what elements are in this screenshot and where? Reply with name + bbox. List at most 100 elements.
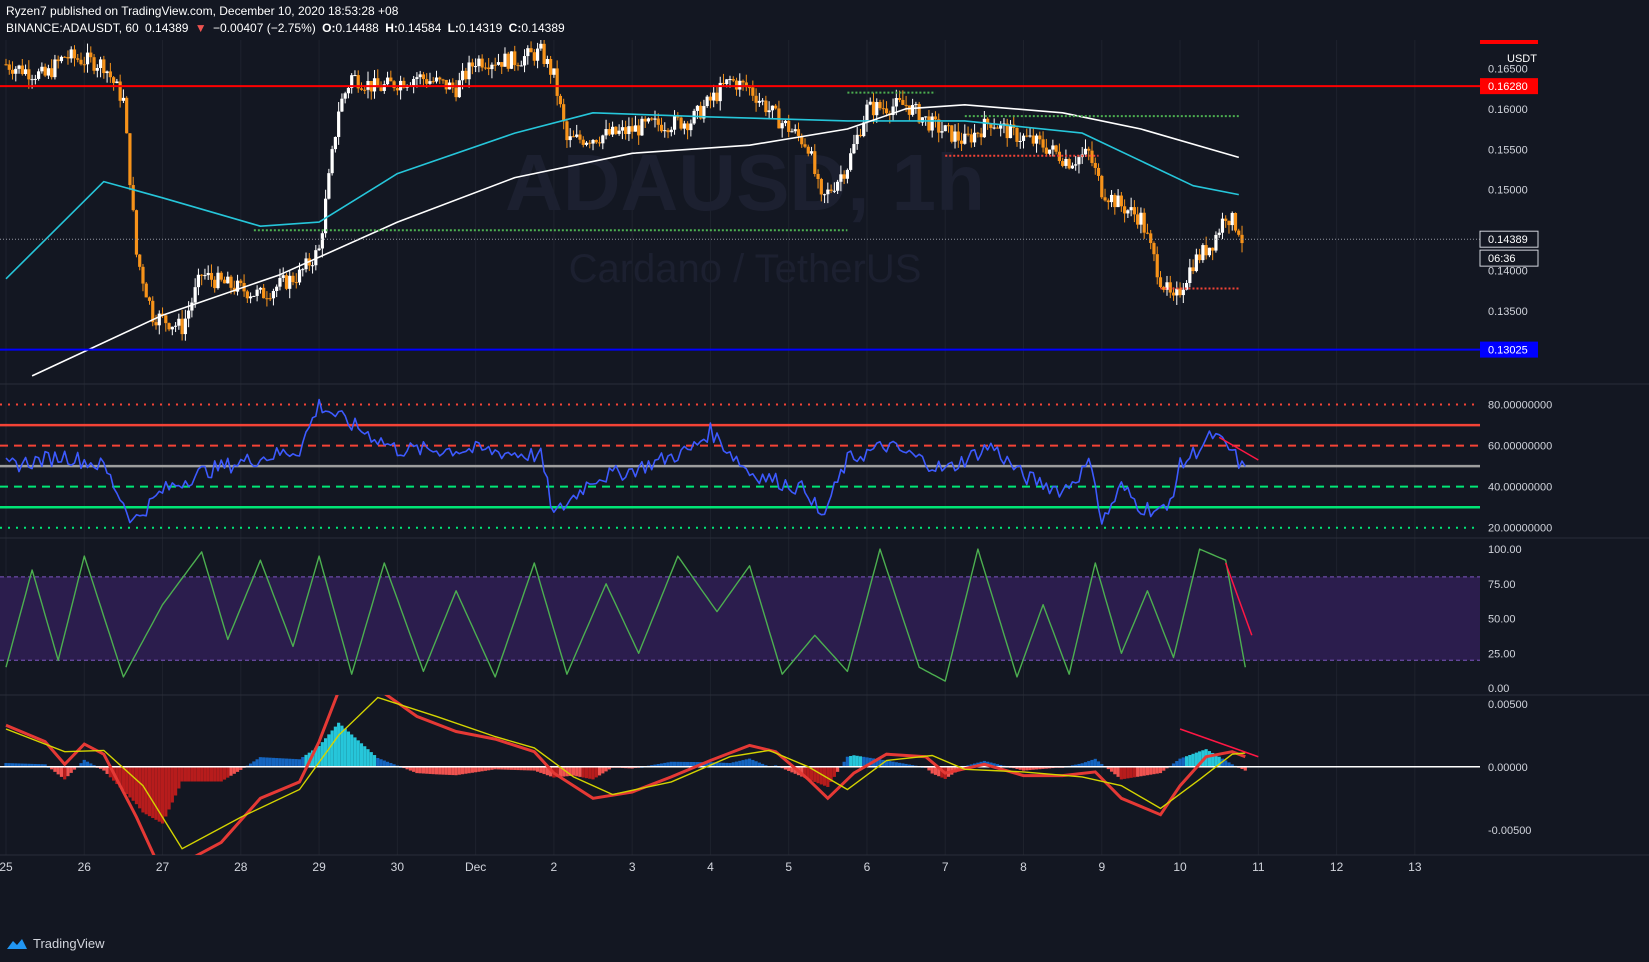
- macd-histogram-bar: [366, 749, 370, 767]
- candle-body: [493, 64, 497, 66]
- macd-histogram-bar: [588, 766, 592, 779]
- candle-body: [643, 118, 647, 122]
- candle-body: [10, 69, 15, 74]
- candle-body: [568, 136, 572, 141]
- price-tick-label: 0.16000: [1488, 104, 1528, 116]
- candle-body: [725, 79, 729, 85]
- candle-body: [907, 105, 911, 115]
- candle-body: [89, 52, 93, 58]
- candle-body: [565, 121, 569, 141]
- candle-body: [46, 68, 50, 76]
- candle-body: [118, 81, 122, 101]
- candle-body: [464, 70, 468, 80]
- macd-histogram-bar: [134, 766, 139, 805]
- macd-histogram-bar: [346, 731, 351, 767]
- macd-histogram-bar: [320, 742, 324, 767]
- candle-body: [796, 129, 801, 136]
- candle-body: [1054, 145, 1058, 152]
- macd-histogram-bar: [1181, 757, 1185, 767]
- candle-body: [363, 89, 367, 91]
- macd-histogram-bar: [53, 766, 57, 772]
- macd-histogram-bar: [203, 766, 207, 782]
- candle-body: [20, 65, 24, 75]
- candle-body: [708, 96, 713, 101]
- macd-histogram-bar: [262, 757, 266, 767]
- macd-histogram-bar: [451, 766, 455, 776]
- macd-histogram-bar: [470, 766, 474, 773]
- macd-histogram-bar: [85, 761, 90, 767]
- candle-body: [581, 139, 585, 145]
- candle-body: [1188, 267, 1192, 284]
- candle-body: [806, 146, 810, 154]
- macd-histogram-bar: [170, 766, 174, 803]
- candle-body: [1038, 135, 1042, 140]
- candle-body: [213, 279, 217, 289]
- candle-body: [379, 87, 383, 91]
- candle-body: [50, 68, 54, 78]
- tradingview-logo[interactable]: TradingView: [6, 936, 105, 951]
- macd-histogram-bar: [63, 766, 67, 780]
- candle-body: [904, 104, 908, 106]
- macd-histogram-bar: [438, 766, 442, 775]
- candle-body: [1211, 247, 1215, 251]
- candle-body: [852, 144, 856, 154]
- candle-body: [597, 142, 602, 144]
- candle-body: [1106, 200, 1110, 203]
- x-tick-label: 2: [551, 860, 558, 874]
- candle-body: [1152, 243, 1156, 255]
- macd-histogram-bar: [1093, 758, 1097, 767]
- macd-histogram-bar: [350, 734, 354, 767]
- candle-body: [258, 287, 262, 290]
- candle-body: [1129, 207, 1133, 211]
- macd-histogram-bar: [460, 766, 465, 775]
- macd-histogram-bar: [1224, 760, 1228, 767]
- x-tick-label: 30: [391, 860, 405, 874]
- candle-body: [526, 48, 530, 57]
- macd-histogram-bar: [741, 760, 745, 767]
- candle-body: [878, 102, 882, 109]
- chart-area[interactable]: 25 26 27 28 29 30 Dec 2 3 4 5 6 7 8 9 10 11 12 13 ADAUSD, 1…: [0, 40, 1649, 930]
- macd-histogram-bar: [591, 766, 595, 780]
- candle-body: [1113, 194, 1117, 208]
- open-label: O:: [322, 21, 336, 35]
- candle-body: [522, 56, 527, 66]
- candle-body: [112, 77, 116, 84]
- macd-histogram-bar: [333, 726, 337, 767]
- candle-body: [865, 104, 869, 123]
- candle-body: [633, 125, 638, 132]
- x-tick-label: 4: [707, 860, 714, 874]
- candle-body: [187, 310, 191, 319]
- candle-body: [813, 151, 817, 174]
- candle-body: [914, 104, 918, 106]
- macd-histogram-bar: [597, 766, 602, 776]
- candle-body: [438, 77, 442, 80]
- macd-histogram-bar: [891, 761, 895, 767]
- candle-body: [1100, 175, 1104, 198]
- candle-body: [1198, 254, 1202, 261]
- macd-histogram-bar: [278, 758, 282, 767]
- macd-histogram-bar: [858, 756, 863, 767]
- symbol-label[interactable]: BINANCE:ADAUSDT, 60: [6, 21, 139, 35]
- macd-histogram-bar: [474, 766, 478, 773]
- candle-body: [552, 68, 556, 75]
- candle-body: [927, 116, 931, 131]
- candle-body: [917, 104, 921, 123]
- macd-histogram-bar: [105, 766, 109, 774]
- macd-histogram-bar: [151, 766, 155, 818]
- candle-body: [532, 52, 536, 61]
- price-tick-label: 0.14000: [1488, 266, 1528, 278]
- x-tick-label: 27: [156, 860, 170, 874]
- candle-body: [301, 269, 305, 271]
- macd-histogram-bar: [428, 766, 432, 774]
- macd-histogram-bar: [852, 755, 856, 767]
- macd-histogram-bar: [581, 766, 585, 778]
- candle-body: [1227, 220, 1231, 226]
- candle-body: [826, 189, 830, 195]
- candle-body: [490, 64, 494, 70]
- macd-histogram-bar: [369, 752, 373, 767]
- candle-body: [575, 134, 579, 137]
- candle-body: [943, 125, 947, 132]
- price-change: −0.00407 (−2.75%): [213, 21, 316, 35]
- candle-body: [59, 56, 64, 62]
- candle-body: [102, 59, 106, 74]
